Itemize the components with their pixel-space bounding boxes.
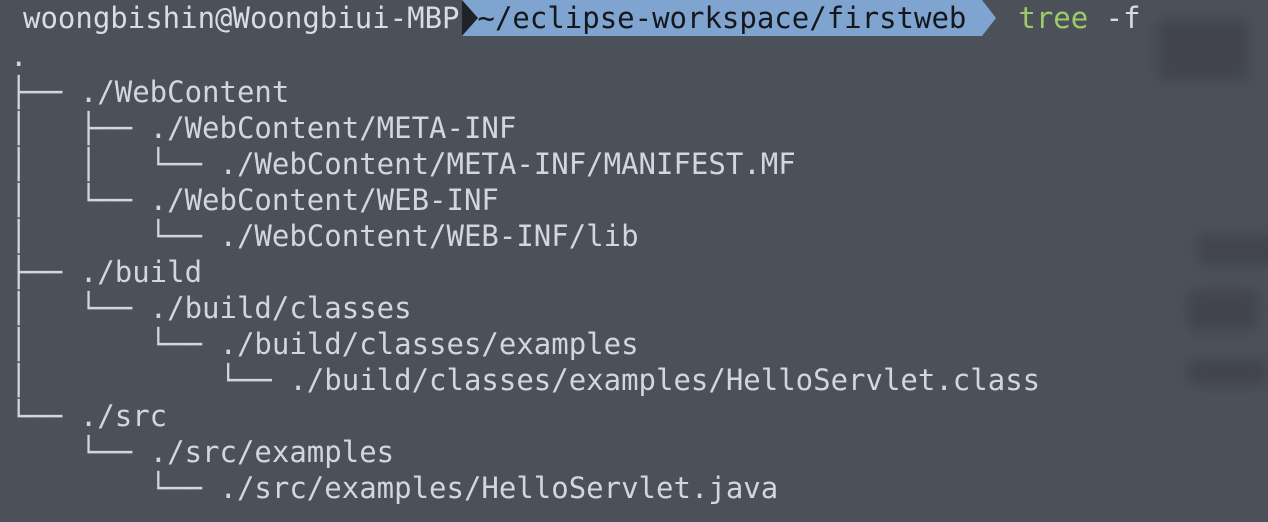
prompt-path-arrow-icon <box>982 0 997 36</box>
tree-line: └── ./src/examples/HelloServlet.java <box>10 471 779 505</box>
background-window-ghost <box>1158 0 1268 522</box>
tree-line: └── ./src <box>10 399 168 433</box>
terminal-window[interactable]: woongbishin@Woongbiui-MBP ~/eclipse-work… <box>0 0 1268 522</box>
tree-output: . ├── ./WebContent │ ├── ./WebContent/ME… <box>10 38 1040 506</box>
tree-line: │ ├── ./WebContent/META-INF <box>10 111 517 145</box>
tree-line: ├── ./build <box>10 255 203 289</box>
tree-line: . <box>10 39 28 73</box>
prompt-user-host: woongbishin@Woongbiui-MBP <box>0 0 476 36</box>
tree-line: │ └── ./build/classes/examples <box>10 327 639 361</box>
tree-line: ├── ./WebContent <box>10 75 290 109</box>
prompt-separator-icon <box>461 0 478 36</box>
tree-line: │ │ └── ./WebContent/META-INF/MANIFEST.M… <box>10 147 796 181</box>
tree-line: └── ./src/examples <box>10 435 395 469</box>
shell-prompt: woongbishin@Woongbiui-MBP ~/eclipse-work… <box>0 0 1141 36</box>
tree-line: │ └── ./WebContent/WEB-INF <box>10 183 499 217</box>
prompt-current-directory: ~/eclipse-workspace/firstweb <box>461 0 983 36</box>
command-arguments: -f <box>1088 1 1141 35</box>
command-name: tree <box>1018 1 1089 35</box>
tree-line: │ └── ./build/classes <box>10 291 412 325</box>
tree-line: │ └── ./WebContent/WEB-INF/lib <box>10 219 639 253</box>
tree-line: │ └── ./build/classes/examples/HelloServ… <box>10 363 1041 397</box>
